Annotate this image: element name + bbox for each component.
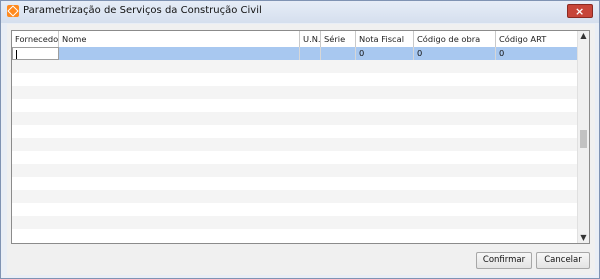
empty-row — [12, 190, 579, 203]
confirm-button[interactable]: Confirmar — [476, 252, 532, 269]
empty-row — [12, 216, 579, 229]
cell-nome[interactable] — [59, 47, 300, 60]
window-title: Parametrização de Serviços da Construção… — [23, 5, 262, 16]
empty-row — [12, 138, 579, 151]
empty-row — [12, 73, 579, 86]
empty-row — [12, 125, 579, 138]
dialog-content: Fornecedor Nome U.N. Série Nota Fiscal C… — [7, 24, 595, 275]
text-caret — [16, 50, 17, 59]
services-grid[interactable]: Fornecedor Nome U.N. Série Nota Fiscal C… — [11, 30, 590, 244]
grid-header: Fornecedor Nome U.N. Série Nota Fiscal C… — [12, 31, 579, 48]
title-bar[interactable]: Parametrização de Serviços da Construção… — [1, 1, 599, 23]
dialog-window: Parametrização de Serviços da Construção… — [0, 0, 600, 279]
empty-row — [12, 177, 579, 190]
chevron-down-icon[interactable]: ▼ — [578, 233, 589, 243]
empty-row — [12, 86, 579, 99]
close-button[interactable]: × — [567, 4, 593, 18]
scroll-thumb[interactable] — [580, 130, 587, 148]
cell-nota-fiscal[interactable]: 0 — [356, 47, 414, 60]
empty-row — [12, 164, 579, 177]
column-header-un[interactable]: U.N. — [300, 31, 321, 47]
app-icon — [7, 5, 19, 17]
empty-row — [12, 99, 579, 112]
cell-codigo-obra[interactable]: 0 — [414, 47, 496, 60]
column-header-nota-fiscal[interactable]: Nota Fiscal — [356, 31, 414, 47]
empty-row — [12, 112, 579, 125]
column-header-serie[interactable]: Série — [321, 31, 356, 47]
table-row[interactable]: 0 0 0 — [12, 47, 579, 60]
cancel-button[interactable]: Cancelar — [536, 252, 590, 269]
column-header-codigo-obra[interactable]: Código de obra — [414, 31, 496, 47]
empty-row — [12, 60, 579, 73]
empty-row — [12, 229, 579, 242]
cell-un[interactable] — [300, 47, 321, 60]
column-header-nome[interactable]: Nome — [59, 31, 300, 47]
column-header-codigo-art[interactable]: Código ART — [496, 31, 579, 47]
empty-row — [12, 203, 579, 216]
close-icon: × — [575, 5, 585, 18]
cell-codigo-art[interactable]: 0 — [496, 47, 579, 60]
cell-fornecedor[interactable] — [12, 47, 59, 60]
chevron-up-icon[interactable]: ▲ — [578, 31, 589, 41]
cell-serie[interactable] — [321, 47, 356, 60]
empty-row — [12, 151, 579, 164]
vertical-scrollbar[interactable]: ▲ ▼ — [577, 31, 589, 243]
column-header-fornecedor[interactable]: Fornecedor — [12, 31, 59, 47]
